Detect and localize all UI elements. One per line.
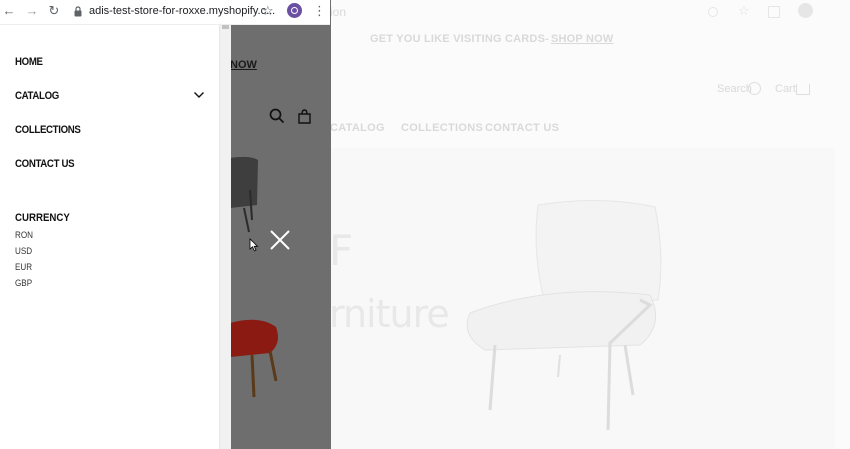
mouse-cursor-icon xyxy=(249,238,259,252)
overlay-announcement-link: NOW xyxy=(230,59,257,71)
close-icon[interactable] xyxy=(268,228,292,252)
menu-item-catalog[interactable]: CATALOG xyxy=(15,90,59,102)
background-hero-heading-1: F xyxy=(329,226,354,275)
background-nav-catalog: CATALOG xyxy=(330,122,385,134)
background-extension-icon xyxy=(768,6,780,18)
background-nav-collections: COLLECTIONS xyxy=(401,122,484,134)
background-search-icon xyxy=(748,82,761,95)
browser-toolbar: ← → ↻ adis-test-store-for-roxxe.myshopif… xyxy=(0,0,330,25)
drawer-scrollbar[interactable] xyxy=(219,25,231,449)
background-url-fragment: ion xyxy=(330,5,347,19)
lock-icon[interactable] xyxy=(74,6,82,17)
menu-item-contact-us[interactable]: CONTACT US xyxy=(15,158,75,170)
extension-icon[interactable] xyxy=(287,3,302,18)
background-info-icon xyxy=(708,7,718,17)
search-icon xyxy=(269,108,285,124)
cart-icon xyxy=(298,109,311,124)
address-bar-url[interactable]: adis-test-store-for-roxxe.myshopify.c... xyxy=(89,5,275,17)
background-announcement-text: GET YOU LIKE VISITING CARDS- xyxy=(370,33,549,45)
background-hero-heading-2: rniture xyxy=(329,292,450,336)
currency-heading: CURRENCY xyxy=(15,212,70,224)
bookmark-star-icon[interactable]: ☆ xyxy=(262,3,274,19)
chevron-down-icon[interactable] xyxy=(193,89,205,101)
browser-menu-icon[interactable]: ⋮ xyxy=(313,3,326,19)
background-cart-label: Cart xyxy=(775,83,796,95)
background-nav-contact: CONTACT US xyxy=(485,122,560,134)
background-star-icon: ☆ xyxy=(738,3,750,18)
red-chair-image xyxy=(230,319,278,398)
background-cart-icon xyxy=(796,84,810,95)
background-white-chair-image xyxy=(466,199,662,431)
currency-option-ron[interactable]: RON xyxy=(15,230,33,240)
menu-item-collections[interactable]: COLLECTIONS xyxy=(15,124,81,136)
back-icon[interactable]: ← xyxy=(1,3,17,19)
background-announcement: GET YOU LIKE VISITING CARDS- SHOP NOW xyxy=(370,33,613,45)
background-avatar xyxy=(798,3,813,18)
dark-overlay[interactable]: NOW xyxy=(230,0,331,449)
forward-icon[interactable]: → xyxy=(24,3,40,19)
background-search-label: Search xyxy=(717,83,752,95)
scrollbar-thumb[interactable] xyxy=(222,25,229,29)
currency-option-usd[interactable]: USD xyxy=(15,246,32,256)
dark-chair-image xyxy=(230,156,258,233)
navigation-drawer: HOME CATALOG COLLECTIONS CONTACT US CURR… xyxy=(0,25,219,449)
currency-option-eur[interactable]: EUR xyxy=(15,262,32,272)
reload-icon[interactable]: ↻ xyxy=(46,3,62,19)
background-announcement-link: SHOP NOW xyxy=(550,33,614,45)
menu-item-home[interactable]: HOME xyxy=(15,56,43,68)
currency-option-gbp[interactable]: GBP xyxy=(15,278,32,288)
